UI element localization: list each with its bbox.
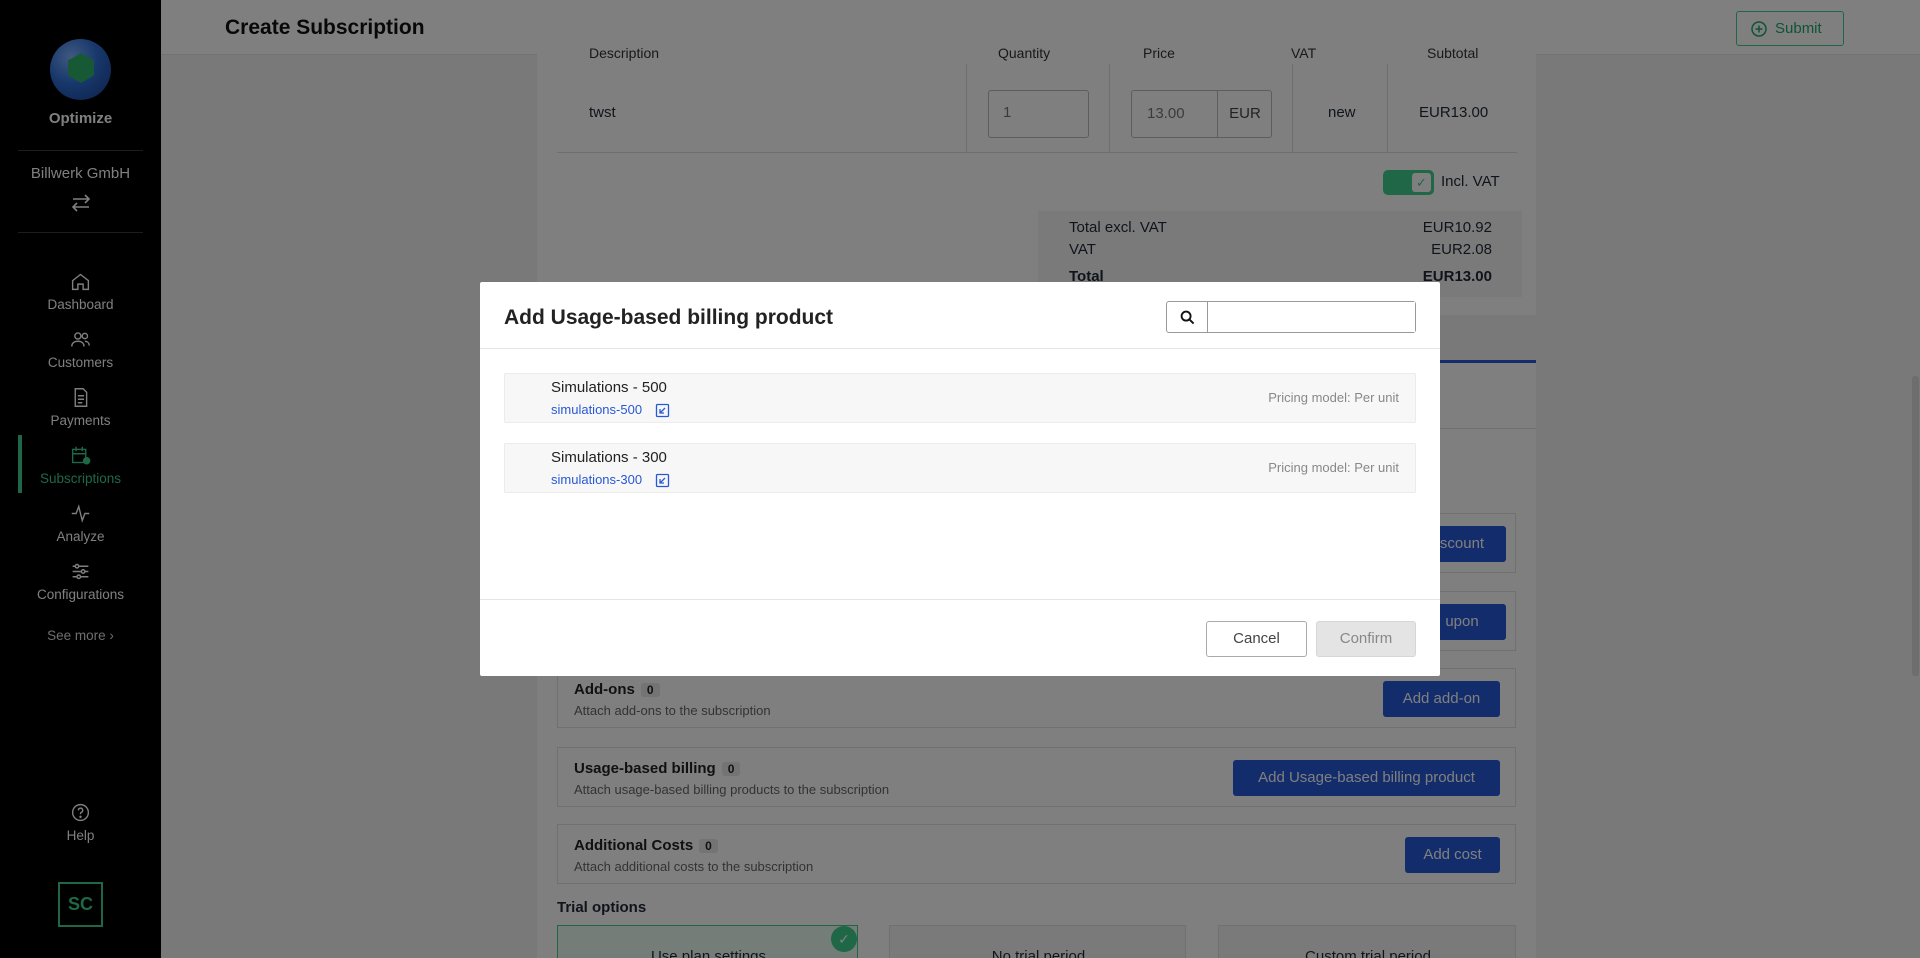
page-scrollbar[interactable] — [1912, 376, 1919, 676]
product-search[interactable] — [1166, 301, 1416, 333]
search-icon — [1167, 302, 1208, 332]
cancel-button[interactable]: Cancel — [1206, 621, 1307, 657]
product-item[interactable]: Simulations - 500 simulations-500 Pricin… — [504, 373, 1416, 423]
product-name: Simulations - 300 — [551, 449, 667, 466]
product-name: Simulations - 500 — [551, 379, 667, 396]
external-link-icon[interactable] — [655, 403, 670, 418]
product-handle-link[interactable]: simulations-300 — [551, 472, 642, 487]
pricing-model: Pricing model: Per unit — [1268, 390, 1399, 405]
dialog-footer-divider — [480, 599, 1440, 600]
external-link-icon[interactable] — [655, 473, 670, 488]
search-input[interactable] — [1209, 302, 1415, 332]
pricing-model: Pricing model: Per unit — [1268, 460, 1399, 475]
dialog-header-divider — [480, 348, 1440, 349]
add-usage-billing-product-dialog: Add Usage-based billing product Simulati… — [480, 282, 1440, 676]
product-handle-link[interactable]: simulations-500 — [551, 402, 642, 417]
product-item[interactable]: Simulations - 300 simulations-300 Pricin… — [504, 443, 1416, 493]
confirm-button[interactable]: Confirm — [1316, 621, 1416, 657]
dialog-title: Add Usage-based billing product — [504, 306, 834, 329]
